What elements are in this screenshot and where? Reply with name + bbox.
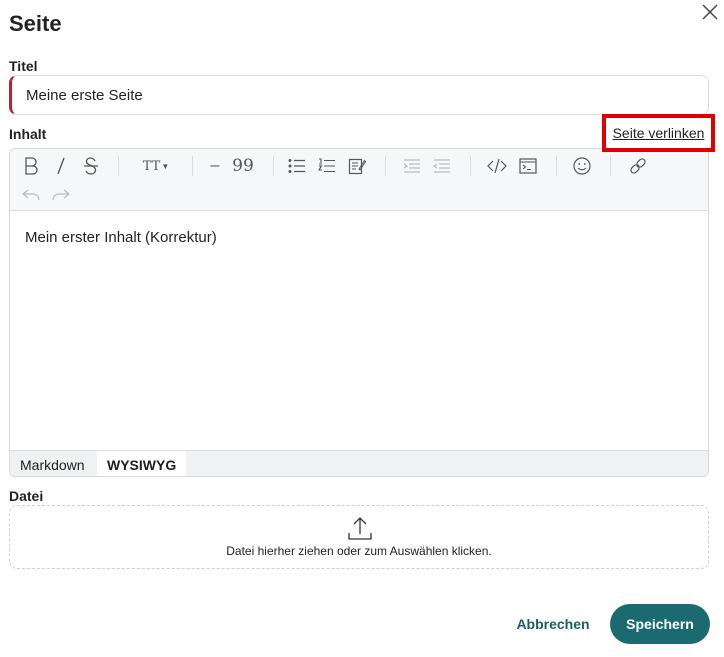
bold-button[interactable]: [18, 154, 44, 178]
title-label: Titel: [9, 58, 38, 74]
tab-markdown[interactable]: Markdown: [10, 451, 95, 476]
save-button[interactable]: Speichern: [610, 604, 710, 644]
code-block-icon: [519, 158, 537, 174]
outdent-icon: [403, 159, 420, 173]
undo-icon: [22, 189, 40, 201]
cancel-button[interactable]: Abbrechen: [506, 605, 600, 643]
redo-icon: [52, 189, 70, 201]
file-label: Datei: [9, 488, 44, 504]
indent-button[interactable]: [429, 154, 455, 178]
numbered-list-icon: [318, 158, 335, 173]
title-input[interactable]: Meine erste Seite: [9, 75, 709, 115]
chevron-down-icon: ▼: [161, 161, 170, 171]
bullet-list-button[interactable]: [284, 154, 310, 178]
code-block-button[interactable]: [515, 154, 541, 178]
upload-icon: [348, 517, 372, 540]
smiley-icon: [573, 157, 591, 175]
horizontal-rule-button[interactable]: –: [202, 154, 228, 178]
file-dropzone[interactable]: Datei hierher ziehen oder zum Auswählen …: [9, 505, 709, 569]
task-list-button[interactable]: [344, 154, 370, 178]
close-icon[interactable]: [700, 2, 720, 22]
dropzone-hint: Datei hierher ziehen oder zum Auswählen …: [226, 544, 492, 558]
heading-icon: TT: [142, 158, 161, 174]
editor-mode-bar: Markdown WYSIWYG: [10, 450, 708, 476]
strikethrough-button[interactable]: [78, 154, 104, 178]
redo-button[interactable]: [48, 183, 74, 207]
quote-icon: 99: [232, 156, 254, 176]
link-page-button[interactable]: Seite verlinken: [602, 114, 715, 152]
italic-button[interactable]: [48, 154, 74, 178]
link-icon: [630, 158, 646, 174]
horizontal-rule-icon: –: [210, 157, 220, 174]
task-list-icon: [348, 158, 366, 175]
bullet-list-icon: [288, 159, 305, 173]
title-input-value: Meine erste Seite: [26, 86, 143, 104]
italic-icon: [57, 157, 65, 175]
editor-content[interactable]: Mein erster Inhalt (Korrektur): [25, 229, 217, 246]
numbered-list-button[interactable]: [314, 154, 340, 178]
tab-wysiwyg[interactable]: WYSIWYG: [97, 451, 187, 476]
quote-button[interactable]: 99: [230, 154, 256, 178]
code-icon: [487, 158, 507, 174]
dialog-title: Seite: [9, 11, 62, 36]
emoji-button[interactable]: [569, 154, 595, 178]
heading-button[interactable]: TT ▼: [140, 154, 172, 178]
code-button[interactable]: [484, 154, 510, 178]
bold-icon: [25, 157, 38, 175]
outdent-button[interactable]: [399, 154, 425, 178]
link-button[interactable]: [625, 154, 651, 178]
undo-button[interactable]: [18, 183, 44, 207]
content-label: Inhalt: [9, 126, 47, 142]
editor-toolbar: TT ▼ – 99: [10, 149, 708, 211]
indent-icon: [433, 159, 450, 173]
content-editor: TT ▼ – 99 Mein erster Inhalt (Korrektur)…: [9, 148, 709, 477]
strikethrough-icon: [84, 157, 98, 175]
